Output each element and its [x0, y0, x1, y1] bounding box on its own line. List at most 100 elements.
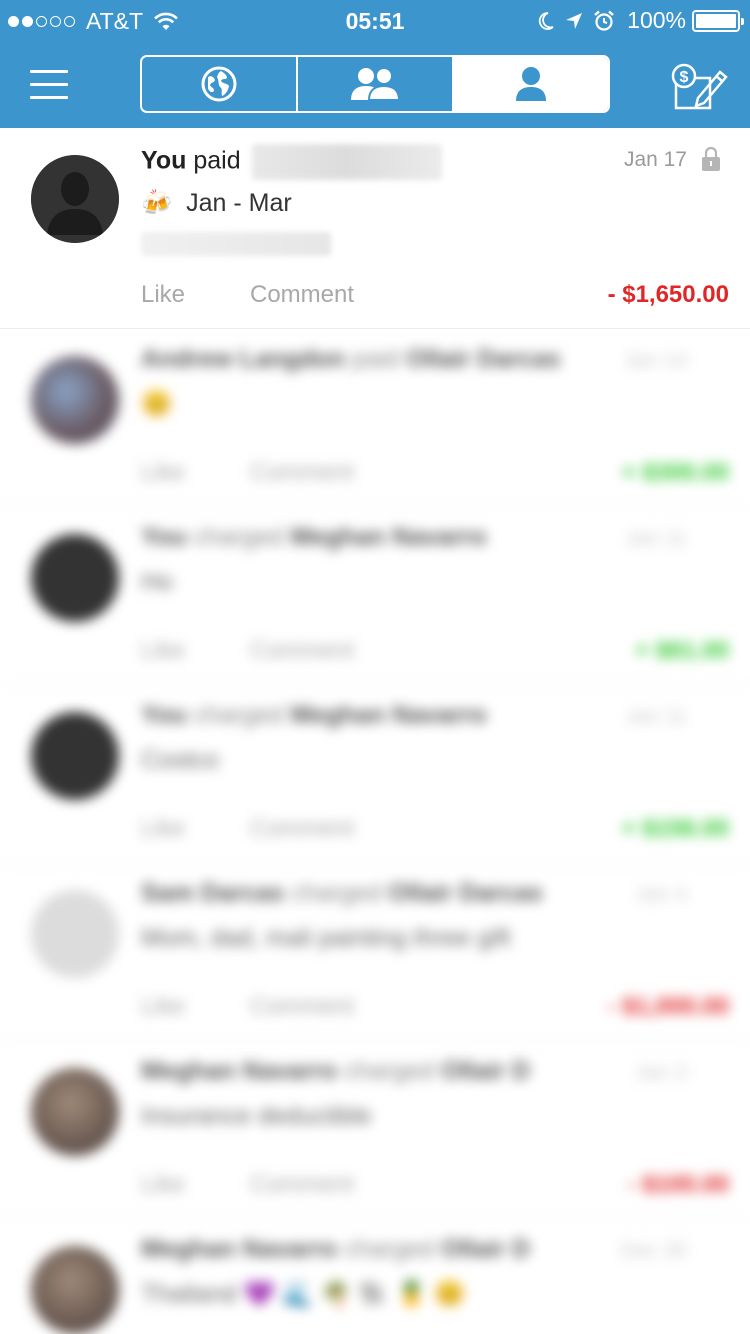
actor-name[interactable]: You [141, 147, 186, 175]
comment-button[interactable]: Comment [250, 993, 354, 1021]
like-button[interactable]: Like [141, 281, 185, 309]
hamburger-icon[interactable] [30, 68, 70, 100]
story-verb: charged [343, 1235, 435, 1263]
story-title: Meghan Navarro charged Ollair D [141, 1057, 530, 1086]
target-name[interactable]: Ollair Darcas [406, 345, 560, 373]
actor-name[interactable]: Meghan Navarro [141, 1235, 337, 1263]
story-title: Meghan Navarro charged Ollair D [141, 1235, 530, 1264]
story-note: Mom, dad, mali painting three gift [141, 924, 511, 953]
like-button[interactable]: Like [141, 637, 185, 665]
story-date: Jan 11 [625, 705, 688, 728]
status-bar: AT&T 05:51 100% [0, 0, 750, 40]
note-text: 😊 [141, 390, 173, 418]
like-button[interactable]: Like [141, 815, 185, 843]
payment-amount: - $100.00 [627, 1171, 729, 1198]
story-note: Insurance deductible [141, 1102, 372, 1131]
like-button[interactable]: Like [141, 993, 185, 1021]
story-date: Jan 14 [623, 349, 687, 372]
nav-bar: $ [0, 40, 750, 128]
actor-name[interactable]: Meghan Navarro [141, 1057, 337, 1085]
story-verb: charged [343, 1057, 435, 1085]
avatar[interactable] [31, 356, 119, 444]
story-title: Sam Darcas charged Ollair Darcas [141, 879, 543, 908]
globe-icon [201, 66, 237, 102]
battery-percent: 100% [627, 7, 686, 33]
actor-name[interactable]: Sam Darcas [141, 879, 284, 907]
story-verb: charged [291, 879, 382, 907]
moon-icon [539, 11, 554, 30]
avatar[interactable] [31, 534, 119, 622]
story-note: 🍻 Jan - Mar [141, 189, 292, 218]
comment-button[interactable]: Comment [250, 637, 354, 665]
default-avatar-icon [31, 155, 119, 243]
avatar[interactable] [31, 712, 119, 800]
friends-icon [351, 67, 401, 101]
actor-name[interactable]: You [141, 523, 186, 551]
redacted-subtext [141, 232, 331, 256]
story-note: Ho [141, 568, 173, 597]
avatar[interactable] [31, 155, 119, 243]
note-text: Thailand 💜 🌊 🌴 🐘 🍍 😊 [141, 1280, 466, 1308]
like-button[interactable]: Like [141, 1171, 185, 1199]
story-title: You charged Meghan Navarro [141, 523, 487, 552]
feed-item[interactable]: You charged Meghan Navarro Costco Jan 11… [0, 685, 750, 863]
target-name[interactable]: Ollair D [441, 1235, 530, 1263]
story-note: Costco [141, 746, 219, 775]
story-date: Jan 4 [635, 883, 687, 906]
tab-mine[interactable] [452, 57, 608, 111]
payment-amount: - $1,000.00 [607, 993, 729, 1020]
story-date: Jan 2 [635, 1061, 687, 1084]
feed-item[interactable]: Andrew Langdon paid Ollair Darcas 😊 Jan … [0, 329, 750, 507]
story-note: 😊 [141, 390, 172, 419]
comment-button[interactable]: Comment [250, 459, 354, 487]
story-verb: paid [193, 146, 241, 175]
note-text: Mom, dad, mali painting three gift [141, 924, 511, 952]
target-name[interactable]: Ollair D [441, 1057, 530, 1085]
tab-friends[interactable] [296, 57, 452, 111]
comment-button[interactable]: Comment [250, 1171, 354, 1199]
story-verb: charged [193, 701, 284, 729]
actor-name[interactable]: You [141, 701, 186, 729]
note-text: Ho [141, 568, 173, 596]
feed-item[interactable]: Meghan Navarro charged Ollair D Insuranc… [0, 1041, 750, 1219]
story-note: Thailand 💜 🌊 🌴 🐘 🍍 😊 [141, 1280, 465, 1309]
redacted-recipient [251, 144, 442, 180]
lock-icon [702, 146, 720, 171]
avatar[interactable] [31, 1068, 119, 1156]
target-name[interactable]: Meghan Navarro [291, 523, 487, 551]
comment-button[interactable]: Comment [250, 281, 354, 309]
feed-item[interactable]: You paid 🍻 Jan - Mar Jan 17 Like Comment… [0, 128, 750, 329]
story-date: Dec 30 [620, 1239, 687, 1262]
avatar[interactable] [31, 890, 119, 978]
pay-or-request-icon: $ [671, 63, 728, 110]
avatar[interactable] [31, 1246, 119, 1334]
target-name[interactable]: Ollair Darcas [388, 879, 542, 907]
feed-item[interactable]: Meghan Navarro charged Ollair D Thailand… [0, 1219, 750, 1334]
battery-icon [692, 9, 744, 32]
actor-name[interactable]: Andrew Langdon [141, 345, 345, 373]
pay-or-request-button[interactable]: $ [670, 62, 730, 112]
tab-public[interactable] [142, 57, 296, 111]
feed-list: You paid 🍻 Jan - Mar Jan 17 Like Comment… [0, 128, 750, 1334]
note-text: Jan - Mar [186, 189, 292, 217]
feed-item[interactable]: You charged Meghan Navarro Ho Jan 11 Lik… [0, 507, 750, 685]
feed-scope-selector [140, 55, 610, 113]
alarm-icon [594, 10, 614, 31]
person-icon [516, 67, 546, 101]
comment-button[interactable]: Comment [250, 815, 354, 843]
status-bar-right: 100% [527, 7, 744, 34]
location-arrow-icon [566, 12, 583, 29]
story-title: Andrew Langdon paid Ollair Darcas [141, 345, 561, 374]
story-title: You charged Meghan Navarro [141, 701, 487, 730]
feed-item[interactable]: Sam Darcas charged Ollair Darcas Mom, da… [0, 863, 750, 1041]
target-name[interactable]: Meghan Navarro [291, 701, 487, 729]
story-date: Jan 17 [623, 148, 687, 171]
note-text: Costco [141, 746, 219, 774]
svg-text:$: $ [680, 69, 689, 86]
story-title: You paid [141, 144, 442, 180]
like-button[interactable]: Like [141, 459, 185, 487]
payment-amount: + $156.00 [621, 815, 729, 842]
story-date: Jan 11 [625, 527, 688, 550]
beer-emoji-icon: 🍻 [141, 189, 173, 217]
payment-amount: + $61.00 [634, 637, 729, 664]
